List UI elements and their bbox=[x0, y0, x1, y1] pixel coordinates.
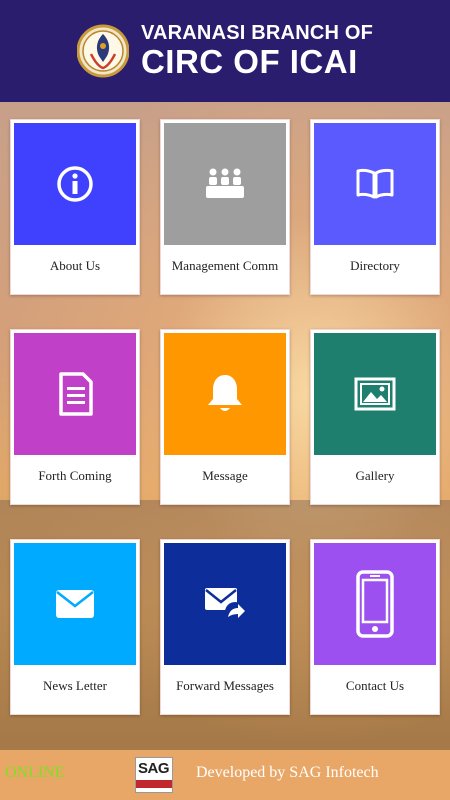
icai-logo-icon bbox=[76, 24, 129, 78]
sag-logo-text: SAG bbox=[138, 760, 170, 777]
tile-label: Management Comm bbox=[171, 258, 279, 273]
tile-label: Message bbox=[202, 468, 248, 483]
tile-icon-box bbox=[164, 123, 286, 245]
sag-logo: SAG bbox=[135, 757, 173, 793]
app-footer: ONLINE SAG Developed by SAG Infotech bbox=[0, 750, 450, 800]
tile-message[interactable]: Message bbox=[160, 329, 290, 505]
header-title-line2: CIRC OF ICAI bbox=[140, 43, 358, 80]
phone-icon bbox=[356, 570, 394, 638]
tile-icon-box bbox=[14, 333, 136, 455]
tile-icon-box bbox=[314, 123, 436, 245]
document-icon bbox=[59, 372, 93, 416]
online-status: ONLINE bbox=[5, 764, 65, 781]
tile-label: About Us bbox=[49, 258, 101, 273]
forward-mail-icon bbox=[205, 588, 245, 622]
tile-label: Forward Messages bbox=[176, 678, 274, 693]
tile-icon-box bbox=[314, 543, 436, 665]
envelope-icon bbox=[56, 590, 94, 618]
tile-forward-messages[interactable]: Forward Messages bbox=[160, 539, 290, 715]
tile-icon-box bbox=[314, 333, 436, 455]
tile-label: Directory bbox=[350, 258, 400, 273]
meeting-icon bbox=[206, 168, 244, 198]
bell-icon bbox=[208, 375, 242, 411]
tile-gallery[interactable]: Gallery bbox=[310, 329, 440, 505]
tile-label: Gallery bbox=[355, 468, 395, 483]
tile-label: Contact Us bbox=[345, 678, 405, 693]
tile-icon-box bbox=[164, 543, 286, 665]
tile-label: News Letter bbox=[43, 678, 107, 693]
tile-icon-box bbox=[14, 543, 136, 665]
book-icon bbox=[356, 168, 394, 199]
tile-icon-box bbox=[14, 123, 136, 245]
tile-forth-coming[interactable]: Forth Coming bbox=[10, 329, 140, 505]
tile-news-letter[interactable]: News Letter bbox=[10, 539, 140, 715]
header-title-line1: VARANASI BRANCH OF bbox=[140, 22, 374, 44]
tile-management-comm[interactable]: Management Comm bbox=[160, 119, 290, 295]
developer-credit: Developed by SAG Infotech bbox=[196, 764, 379, 781]
info-icon bbox=[57, 166, 93, 202]
sag-logo-bar bbox=[136, 780, 172, 788]
tile-contact-us[interactable]: Contact Us bbox=[310, 539, 440, 715]
tile-icon-box bbox=[164, 333, 286, 455]
tile-about-us[interactable]: About Us bbox=[10, 119, 140, 295]
picture-icon bbox=[354, 377, 396, 411]
app-header: VARANASI BRANCH OF CIRC OF ICAI bbox=[0, 0, 450, 102]
tile-directory[interactable]: Directory bbox=[310, 119, 440, 295]
tile-label: Forth Coming bbox=[38, 468, 112, 483]
